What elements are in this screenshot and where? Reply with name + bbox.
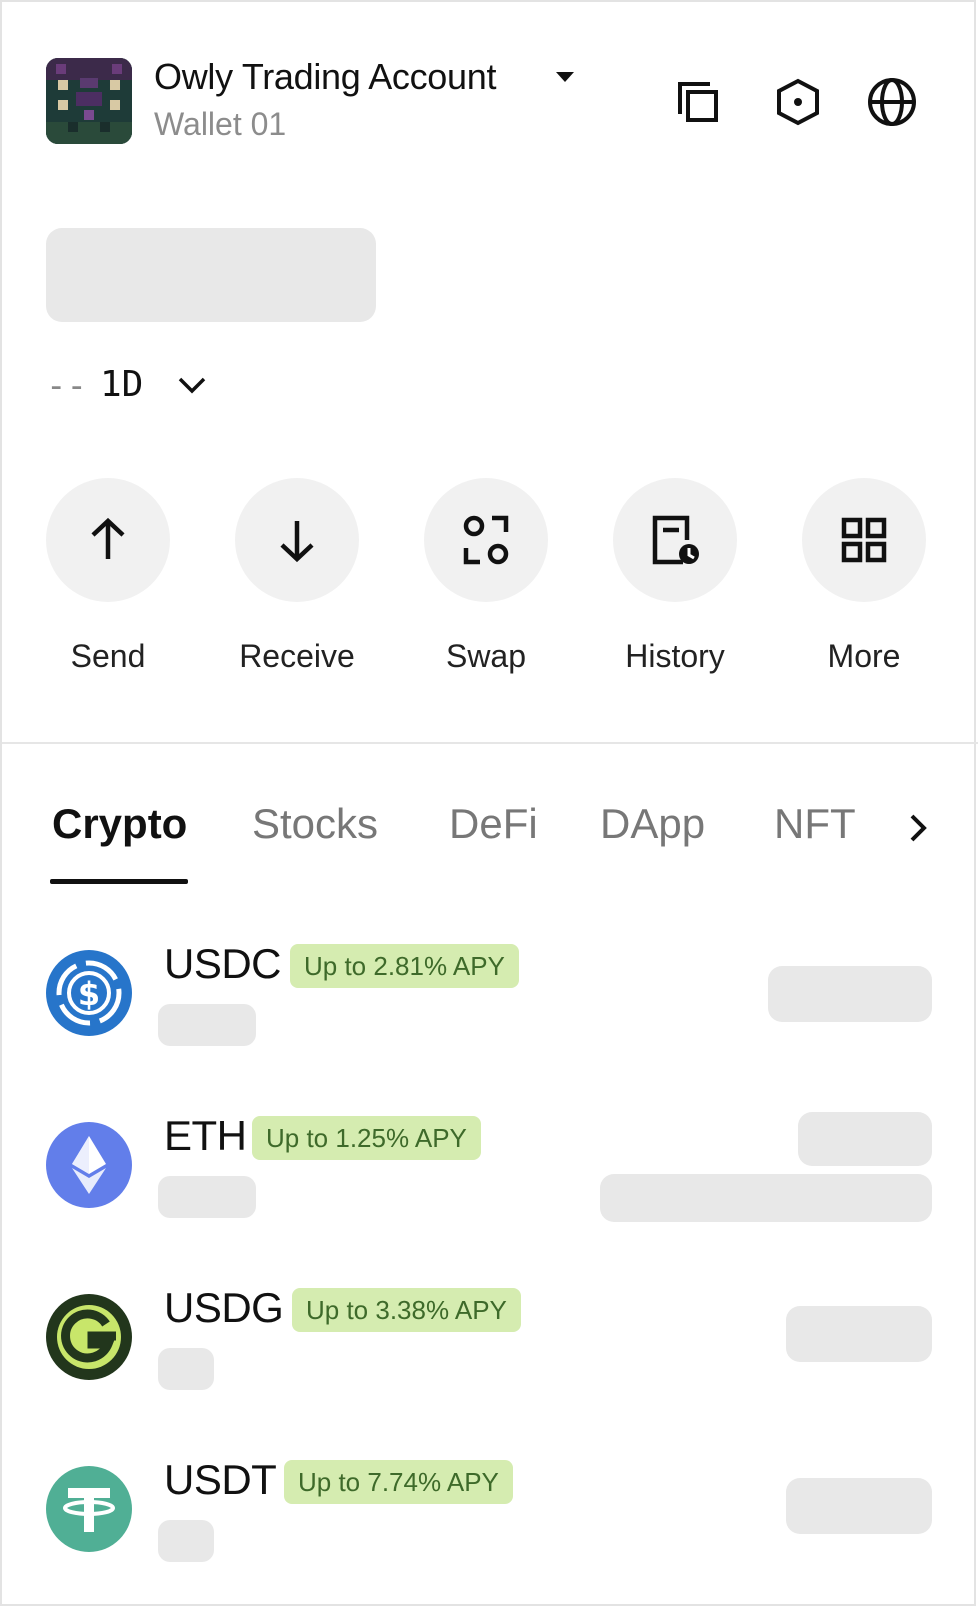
balance-change: -- bbox=[46, 366, 87, 406]
swap-icon bbox=[463, 515, 509, 565]
history-circle[interactable] bbox=[613, 478, 737, 602]
usdc-icon: $ bbox=[46, 950, 132, 1036]
amount-skeleton bbox=[158, 1004, 256, 1046]
wallet-screen: Owly Trading Account Wallet 01 -- 1D Sen… bbox=[0, 0, 978, 1608]
asset-row-eth[interactable]: ETH Up to 1.25% APY bbox=[2, 1112, 978, 1276]
apy-badge: Up to 1.25% APY bbox=[252, 1116, 481, 1160]
send-button[interactable]: Send bbox=[46, 478, 170, 674]
usdt-icon bbox=[46, 1466, 132, 1552]
tab-dapp[interactable]: DApp bbox=[600, 800, 705, 848]
value-skeleton bbox=[798, 1112, 932, 1166]
history-icon bbox=[652, 515, 699, 565]
active-tab-indicator bbox=[50, 879, 188, 884]
amount-skeleton bbox=[158, 1520, 214, 1562]
value-detail-skeleton bbox=[600, 1174, 932, 1222]
tab-crypto[interactable]: Crypto bbox=[52, 800, 187, 848]
eth-icon bbox=[46, 1122, 132, 1208]
globe-icon[interactable] bbox=[864, 74, 920, 130]
usdg-icon bbox=[46, 1294, 132, 1380]
account-dropdown-caret-icon[interactable] bbox=[556, 72, 574, 82]
balance-skeleton bbox=[46, 228, 376, 322]
apy-badge: Up to 2.81% APY bbox=[290, 944, 519, 988]
send-label: Send bbox=[70, 638, 146, 674]
swap-button[interactable]: Swap bbox=[424, 478, 548, 674]
section-divider bbox=[2, 742, 978, 744]
copy-icon[interactable] bbox=[670, 74, 726, 130]
tab-defi[interactable]: DeFi bbox=[449, 800, 538, 848]
value-skeleton bbox=[768, 966, 932, 1022]
receive-button[interactable]: Receive bbox=[235, 478, 359, 674]
account-name[interactable]: Owly Trading Account bbox=[154, 56, 496, 98]
chevron-down-icon[interactable] bbox=[174, 370, 210, 400]
receive-label: Receive bbox=[239, 638, 355, 674]
apy-badge: Up to 7.74% APY bbox=[284, 1460, 513, 1504]
apy-badge: Up to 3.38% APY bbox=[292, 1288, 521, 1332]
account-avatar[interactable] bbox=[46, 58, 132, 144]
hexagon-settings-icon[interactable] bbox=[770, 74, 826, 130]
wallet-name: Wallet 01 bbox=[154, 106, 287, 142]
value-skeleton bbox=[786, 1478, 932, 1534]
asset-row-usdg[interactable]: USDG Up to 3.38% APY bbox=[2, 1284, 978, 1448]
asset-symbol: USDC bbox=[164, 940, 282, 987]
amount-skeleton bbox=[158, 1348, 214, 1390]
grid-icon bbox=[841, 517, 887, 563]
arrow-up-icon bbox=[91, 517, 125, 559]
chevron-right-icon[interactable] bbox=[900, 808, 936, 848]
history-button[interactable]: History bbox=[613, 478, 737, 674]
svg-text:$: $ bbox=[78, 975, 100, 1013]
asset-symbol: USDT bbox=[164, 1456, 277, 1503]
more-label: More bbox=[827, 638, 901, 674]
amount-skeleton bbox=[158, 1176, 256, 1218]
more-button[interactable]: More bbox=[802, 478, 926, 674]
asset-symbol: USDG bbox=[164, 1284, 284, 1331]
period-selector[interactable]: 1D bbox=[100, 364, 143, 405]
tab-nft[interactable]: NFT bbox=[774, 800, 856, 848]
asset-row-usdt[interactable]: USDT Up to 7.74% APY bbox=[2, 1456, 978, 1608]
value-skeleton bbox=[786, 1306, 932, 1362]
asset-symbol: ETH bbox=[164, 1112, 247, 1159]
tab-stocks[interactable]: Stocks bbox=[252, 800, 378, 848]
swap-circle[interactable] bbox=[424, 478, 548, 602]
arrow-down-icon bbox=[280, 521, 314, 563]
asset-row-usdc[interactable]: $ USDC Up to 2.81% APY bbox=[2, 940, 978, 1104]
send-circle[interactable] bbox=[46, 478, 170, 602]
receive-circle[interactable] bbox=[235, 478, 359, 602]
swap-label: Swap bbox=[445, 638, 527, 674]
more-circle[interactable] bbox=[802, 478, 926, 602]
history-label: History bbox=[625, 638, 725, 674]
